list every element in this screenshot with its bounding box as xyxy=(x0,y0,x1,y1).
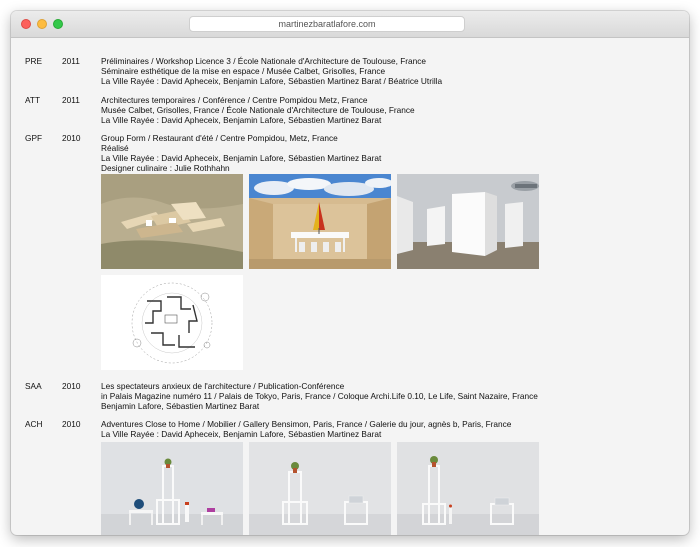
gpf-interior-photo[interactable] xyxy=(249,174,391,269)
project-detail-line: Séminaire esthétique de la mise en espac… xyxy=(101,66,386,77)
project-detail-line: in Palais Magazine numéro 11 / Palais de… xyxy=(101,391,538,402)
project-description: Les spectateurs anxieux de l'architectur… xyxy=(101,381,661,411)
project-code[interactable]: ATT xyxy=(25,95,40,105)
project-title-line: Group Form / Restaurant d'été / Centre P… xyxy=(101,133,338,143)
address-bar[interactable]: martinezbaratlafore.com xyxy=(189,16,465,32)
project-credits-line: La Ville Rayée : David Apheceix, Benjami… xyxy=(101,76,443,87)
project-description: Group Form / Restaurant d'été / Centre P… xyxy=(101,133,661,173)
project-credits-line: La Ville Rayée : David Apheceix, Benjami… xyxy=(101,153,382,164)
project-year: 2010 xyxy=(62,133,81,143)
minimize-window-button[interactable] xyxy=(37,19,47,29)
project-year: 2010 xyxy=(62,419,81,429)
project-title-line: Préliminaires / Workshop Licence 3 / Éco… xyxy=(101,56,427,66)
project-description: Préliminaires / Workshop Licence 3 / Éco… xyxy=(101,56,661,86)
ach-furniture-photo-3[interactable] xyxy=(397,442,539,535)
project-year: 2011 xyxy=(62,56,80,66)
project-description: Adventures Close to Home / Mobilier / Ga… xyxy=(101,419,661,439)
project-description: Architectures temporaires / Conférence /… xyxy=(101,95,661,125)
project-credits-line: Benjamin Lafore, Sébastien Martinez Bara… xyxy=(101,401,260,412)
project-year: 2010 xyxy=(62,381,81,391)
zoom-window-button[interactable] xyxy=(53,19,63,29)
project-code[interactable]: GPF xyxy=(25,133,42,143)
project-credits-line: Designer culinaire : Julie Rothhahn xyxy=(101,163,230,174)
project-title-line: Architectures temporaires / Conférence /… xyxy=(101,95,368,105)
ach-furniture-photo-2[interactable] xyxy=(249,442,391,535)
gpf-aerial-photo[interactable] xyxy=(101,174,243,269)
project-title-line: Les spectateurs anxieux de l'architectur… xyxy=(101,381,345,391)
project-credits-line: La Ville Rayée : David Apheceix, Benjami… xyxy=(101,115,382,126)
gpf-plan-drawing[interactable] xyxy=(101,275,243,370)
ach-furniture-photo-1[interactable] xyxy=(101,442,243,535)
project-detail-line: Musée Calbet, Grisolles, France / École … xyxy=(101,105,415,116)
gpf-white-walls-photo[interactable] xyxy=(397,174,539,269)
project-code[interactable]: ACH xyxy=(25,419,43,429)
page-content: PRE 2011 Préliminaires / Workshop Licenc… xyxy=(11,38,689,535)
project-code[interactable]: SAA xyxy=(25,381,42,391)
browser-window: martinezbaratlafore.com PRE 2011 Prélimi… xyxy=(11,11,689,535)
project-status-line: Réalisé xyxy=(101,143,129,154)
close-window-button[interactable] xyxy=(21,19,31,29)
project-title-line: Adventures Close to Home / Mobilier / Ga… xyxy=(101,419,512,429)
project-credits-line: La Ville Rayée : David Apheceix, Benjami… xyxy=(101,429,382,440)
project-year: 2011 xyxy=(62,95,80,105)
title-bar: martinezbaratlafore.com xyxy=(11,11,689,38)
project-code[interactable]: PRE xyxy=(25,56,42,66)
